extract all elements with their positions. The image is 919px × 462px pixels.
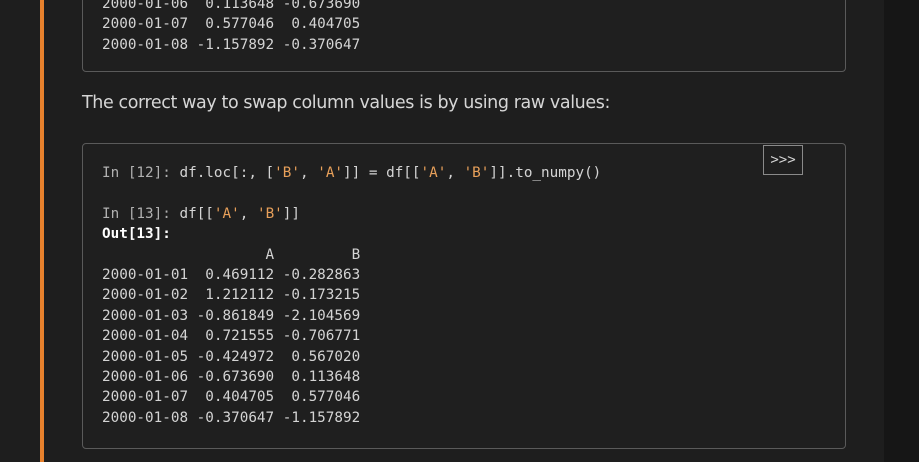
table-row: 2000-01-03 -0.861849 -2.104569 <box>102 307 361 324</box>
string-literal: 'A' <box>420 165 447 181</box>
code-token: ]] <box>282 205 301 222</box>
string-literal: 'B' <box>256 205 283 222</box>
table-header: A B <box>102 246 361 263</box>
table-row: 2000-01-05 -0.424972 0.567020 <box>102 348 361 365</box>
table-row: 2000-01-06 -0.673690 0.113648 <box>102 369 361 386</box>
output-prompt: Out[13]: <box>102 226 171 243</box>
code-token: df[[ <box>170 205 214 222</box>
table-row: 2000-01-02 1.212112 -0.173215 <box>102 287 361 304</box>
code-text: In [12]: df.loc[:, ['B', 'A']] = df[['A'… <box>102 163 601 428</box>
code-token: , <box>446 165 464 181</box>
input-prompt: In [12]: <box>102 165 171 181</box>
string-literal: 'B' <box>463 165 490 181</box>
code-token: ]].to_numpy() <box>489 165 602 181</box>
output-line: 2000-01-07 0.577046 0.404705 <box>102 16 361 33</box>
input-prompt: In [13]: <box>102 205 171 222</box>
output-line: 2000-01-06 0.113648 -0.673690 <box>102 0 361 12</box>
code-token: ]] = df[[ <box>343 165 421 181</box>
previous-output-text: 2000-01-06 0.113648 -0.673690 2000-01-07… <box>102 0 360 55</box>
code-token: , <box>239 205 257 222</box>
note-accent-bar <box>40 0 44 462</box>
toggle-prompt-button[interactable]: >>> <box>763 145 803 175</box>
code-block-swap-example: >>> In [12]: df.loc[:, ['B', 'A']] = df[… <box>82 143 846 449</box>
explanation-text: The correct way to swap column values is… <box>82 93 610 113</box>
right-gutter <box>884 0 919 462</box>
table-row: 2000-01-07 0.404705 0.577046 <box>102 389 361 406</box>
code-token: , <box>300 165 318 181</box>
output-line: 2000-01-08 -1.157892 -0.370647 <box>102 36 361 53</box>
string-literal: 'B' <box>274 165 300 181</box>
table-row: 2000-01-08 -0.370647 -1.157892 <box>102 409 361 426</box>
table-row: 2000-01-04 0.721555 -0.706771 <box>102 328 361 345</box>
string-literal: 'A' <box>317 165 344 181</box>
documentation-page: 2000-01-06 0.113648 -0.673690 2000-01-07… <box>0 0 919 462</box>
string-literal: 'A' <box>213 205 240 222</box>
code-token: df.loc[:, [ <box>170 165 275 181</box>
code-block-previous-output: 2000-01-06 0.113648 -0.673690 2000-01-07… <box>82 0 846 72</box>
table-row: 2000-01-01 0.469112 -0.282863 <box>102 267 361 284</box>
